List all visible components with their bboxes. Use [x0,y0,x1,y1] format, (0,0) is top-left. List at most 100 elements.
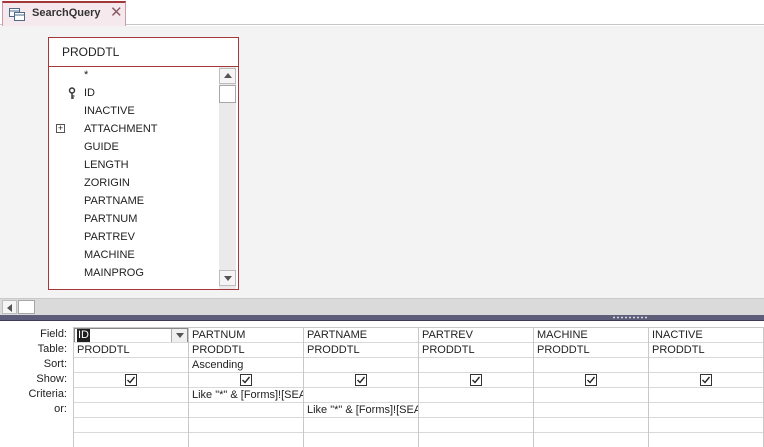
field-cell[interactable]: PARTNAME [304,328,418,343]
arrow-up-icon [224,73,232,78]
empty-criteria-cell[interactable] [534,433,648,447]
criteria-cell[interactable] [304,388,418,403]
show-checkbox[interactable] [125,374,137,386]
field-list-item[interactable]: ZORIGIN [49,175,219,193]
show-checkbox[interactable] [700,374,712,386]
criteria-cell[interactable] [419,388,533,403]
scroll-up-button[interactable] [219,68,236,84]
field-list-item[interactable]: LENGTH [49,157,219,175]
grid-column: PARTREV PRODDTL [419,328,534,447]
criteria-cell[interactable]: Like "*" & [Forms]![SEA [189,388,303,403]
field-name: PARTNUM [84,213,138,225]
show-cell[interactable] [534,373,648,388]
chevron-down-icon [176,333,184,338]
grid-row-label: Table: [37,343,67,355]
table-field-list-proddtl[interactable]: PRODDTL * ID INACTIVE + ATTACHMENT GUIDE LENGT… [48,37,239,290]
table-cell[interactable]: PRODDTL [74,343,188,358]
close-icon[interactable]: ✕ [110,5,123,21]
table-title: PRODDTL [62,45,120,59]
arrow-left-icon [7,304,12,312]
grid-row-label: Sort: [43,358,67,370]
empty-criteria-cell[interactable] [74,433,188,447]
field-list-item[interactable]: MAINPROG [49,265,219,283]
show-cell[interactable] [74,373,188,388]
scroll-left-button[interactable] [2,300,17,314]
field-name: ZORIGIN [84,177,130,189]
splitter-grip-icon[interactable] [612,316,648,319]
sort-cell[interactable] [534,358,648,373]
design-pane-horizontal-scrollbar[interactable] [0,298,764,315]
field-list-item[interactable]: INACTIVE [49,103,219,121]
grid-row-label: Criteria: [28,388,67,400]
or-cell[interactable] [419,403,533,418]
empty-criteria-cell[interactable] [649,418,763,433]
expand-icon[interactable]: + [56,124,65,133]
tab-searchquery[interactable]: SearchQuery ✕ [2,1,126,26]
empty-criteria-cell[interactable] [419,418,533,433]
show-checkbox[interactable] [585,374,597,386]
show-checkbox[interactable] [355,374,367,386]
field-list-item[interactable]: GUIDE [49,139,219,157]
show-cell[interactable] [189,373,303,388]
or-cell[interactable] [534,403,648,418]
arrow-down-icon [224,276,232,281]
dropdown-button[interactable] [171,329,187,342]
field-cell[interactable]: PARTNUM [189,328,303,343]
field-list-item[interactable]: * [49,67,219,85]
field-list-item[interactable]: MACHINE [49,247,219,265]
empty-criteria-cell[interactable] [534,418,648,433]
field-cell[interactable]: PARTREV [419,328,533,343]
grid-row-label: Field: [40,328,67,340]
field-name: PARTREV [84,231,135,243]
field-name: PARTNAME [84,195,145,207]
sort-cell[interactable] [419,358,533,373]
show-checkbox[interactable] [470,374,482,386]
or-cell[interactable] [649,403,763,418]
field-cell[interactable]: ID [74,328,188,343]
scroll-thumb[interactable] [219,85,236,103]
sort-cell[interactable]: Ascending [189,358,303,373]
empty-criteria-cell[interactable] [419,433,533,447]
table-cell[interactable]: PRODDTL [534,343,648,358]
show-checkbox[interactable] [240,374,252,386]
sort-cell[interactable] [649,358,763,373]
table-cell[interactable]: PRODDTL [419,343,533,358]
field-name: INACTIVE [84,105,135,117]
grid-column: ID PRODDTL [74,328,189,447]
field-combobox[interactable]: ID [74,328,188,342]
or-cell[interactable]: Like "*" & [Forms]![SEA [304,403,418,418]
sort-cell[interactable] [304,358,418,373]
field-list-item[interactable]: PARTNUM [49,211,219,229]
field-list-item[interactable]: PARTNAME [49,193,219,211]
criteria-cell[interactable] [74,388,188,403]
empty-criteria-cell[interactable] [74,418,188,433]
or-cell[interactable] [189,403,303,418]
field-list-item[interactable]: + ATTACHMENT [49,121,219,139]
show-cell[interactable] [419,373,533,388]
tab-label: SearchQuery [32,7,101,19]
criteria-cell[interactable] [649,388,763,403]
scroll-down-button[interactable] [219,270,236,286]
sort-cell[interactable] [74,358,188,373]
table-cell[interactable]: PRODDTL [304,343,418,358]
table-cell[interactable]: PRODDTL [649,343,763,358]
field-name: LENGTH [84,159,129,171]
field-list-item[interactable]: PARTREV [49,229,219,247]
primary-key-icon [68,87,76,100]
query-design-grid-area: Field: Table: Sort: Show: Criteria: or: ID PRO… [0,321,764,447]
or-cell[interactable] [74,403,188,418]
empty-criteria-cell[interactable] [304,433,418,447]
field-list-item[interactable]: ID [49,85,219,103]
field-cell[interactable]: INACTIVE [649,328,763,343]
horizontal-scroll-thumb[interactable] [18,300,35,314]
table-cell[interactable]: PRODDTL [189,343,303,358]
field-list-scrollbar[interactable] [219,67,236,289]
empty-criteria-cell[interactable] [304,418,418,433]
empty-criteria-cell[interactable] [189,433,303,447]
show-cell[interactable] [304,373,418,388]
criteria-cell[interactable] [534,388,648,403]
empty-criteria-cell[interactable] [649,433,763,447]
show-cell[interactable] [649,373,763,388]
field-cell[interactable]: MACHINE [534,328,648,343]
empty-criteria-cell[interactable] [189,418,303,433]
